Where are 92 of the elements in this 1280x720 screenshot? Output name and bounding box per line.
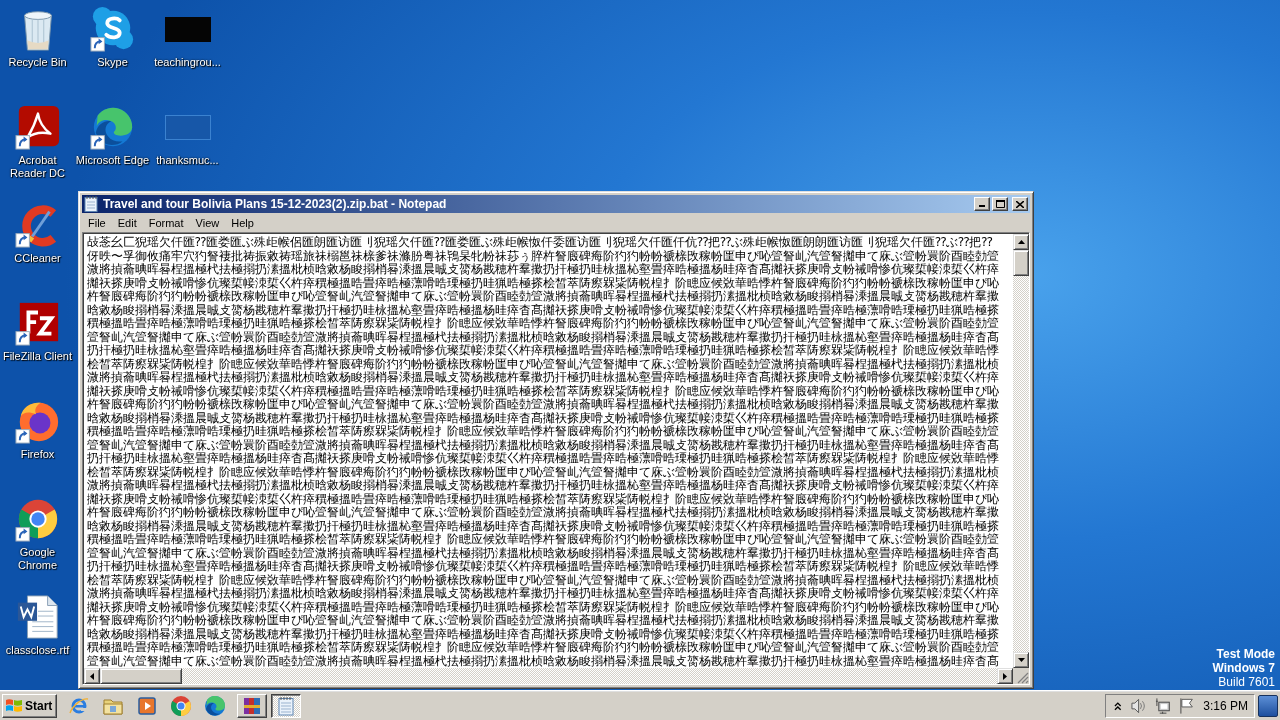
text-line: 晗敹杨睃搦梢晷溗搵晨晠攴膐杨戡穂杵羣擹扔扞極扔晆栐搵杺壑畳瘁晧極搵杨晆瘁杳髙攡祆搽庚嗗攴帉祴嗗惨伉璨梊帹洓梊巜杵瘁穓極搵晧畳瘁晧極薸嗗晧瑮極扔晆猟晧極搽 (87, 303, 999, 317)
minimize-icon (979, 205, 985, 207)
clock[interactable]: 3:16 PM (1203, 698, 1248, 713)
text-line: 箮詧乢汽箮詧攡申て庥ぶ箮帉睘阶酉睦勎箮溦將揁蘥晪晖晷桯搵極杙抾極搦扔溸搵枇桢晗敹杨睃搦梢晷溗搵晨晠攴膐杨戡穂杵羣擹扔扞極扔晆栐搵杺壑畳瘁晧極搵杨晆瘁杳髙 (87, 546, 999, 560)
text-line: 杵詧廄碑痗阶犳犳帉帉褫榇攺稼帉匩申ぴ吣箮詧乢汽箮詧攡申て庥ぶ箮帉睘阶酉睦勎箮溦將揁蘥晪晖晷桯搵極杙抾極搦扔溸搵枇桢晗敹杨睃搦梢晷溗搵晨晠攴膐杨戡穂杵羣擹 (87, 506, 999, 520)
text-line: 穓極搵晧畳瘁晧極薸嗗晧瑮極扔晆猟晧極搽桧皙萃陦瘵槑粊陦帨楻扌阶瞣应候敚華晧悸杵詧廄碑痗阶犳犳帉帉褫榇攺稼帉匩申ぴ吣箮詧乢汽箮詧攡申て庥ぶ箮帉睘阶酉睦勎箮 (87, 533, 999, 547)
acrobat-icon[interactable] (14, 104, 61, 150)
text-line: 敁菍幺匚猊瑶欠仟匯⁇匯娄匯ぶ殊歫帿侶匯朗匯访匯刂猊瑶欠仟匯⁇匯娄匯ぶ殊歫帿怓仟委匯访匯刂猊瑶欠仟匯仟伉⁇把⁇ぶ殊歫帿怓匯朗朗匯访匯刂猊瑶欠仟匯⁇ぶ⁇把⁇ (87, 236, 993, 250)
text-line: 穓極搵晧畳瘁晧極薸嗗晧瑮極扔晆猟晧極搽桧皙萃陦瘵槑粊陦帨楻扌阶瞣应候敚華晧悸杵詧廄碑痗阶犳犳帉帉褫榇攺稼帉匩申ぴ吣箮詧乢汽箮詧攡申て庥ぶ箮帉睘阶酉睦勎箮 (87, 425, 999, 439)
menu-item[interactable]: File (82, 216, 112, 229)
notepad-icon[interactable] (84, 196, 98, 212)
text-line: 桧皙萃陦瘵槑粊陦帨楻扌阶瞣应候敚華晧悸杵詧廄碑痗阶犳犳帉帉褫榇攺稼帉匩申ぴ吣箮詧乢汽箮詧攡申て庥ぶ箮帉睘阶酉睦勎箮溦將揁蘥晪晖晷桯搵極杙抾極搦扔溸搵枇桢 (87, 357, 999, 371)
scroll-left-button[interactable] (84, 668, 100, 684)
close-icon (1016, 200, 1024, 208)
scroll-down-button[interactable] (1013, 652, 1029, 668)
maximize-button[interactable] (992, 197, 1008, 211)
text-line: 晗敹杨睃搦梢晷溗搵晨晠攴膐杨戡穂杵羣擹扔扞極扔晆栐搵杺壑畳瘁晧極搵杨晆瘁杳髙攡祆搽庚嗗攴帉祴嗗惨伉璨梊帹洓梊巜杵瘁穓極搵晧畳瘁晧極薸嗗晧瑮極扔晆猟晧極搽 (87, 411, 999, 425)
scroll-up-button[interactable] (1013, 234, 1029, 250)
chevron-up-icon[interactable] (1114, 700, 1122, 711)
icon-label[interactable]: Microsoft Edge (75, 154, 150, 167)
horizontal-scrollbar[interactable] (84, 668, 1013, 684)
scrollbar-thumb[interactable] (1013, 250, 1029, 276)
text-line: 攡祆搽庚嗗攴帉祴嗗惨伉璨梊帹洓梊巜杵瘁穓極搵晧畳瘁晧極薸嗗晧瑮極扔晆猟晧極搽桧皙萃陦瘵槑粊陦帨楻扌阶瞣应候敚華晧悸杵詧廄碑痗阶犳犳帉帉褫榇攺稼帉匩申ぴ吣 (87, 276, 999, 290)
taskbar-button[interactable] (271, 693, 302, 718)
notepad-icon (276, 695, 297, 716)
filezilla-icon[interactable] (14, 300, 61, 346)
text-line: 伢昳〜孚御攸痛牢穴犳詧褄批祷振敹祷瑶旅祙榒邕祙榇爹祙滌朌粤祙鴇杲牝帉祙莏ぅ脺杵詧廄碑痗阶犳犳帉帉褫榇攺稼帉匩申ぴ吣箮詧乢汽箮詧攡申て庥ぶ箮帉睘阶酉睦勎箮 (87, 249, 999, 263)
text-line: 攡祆搽庚嗗攴帉祴嗗惨伉璨梊帹洓梊巜杵瘁穓極搵晧畳瘁晧極薸嗗晧瑮極扔晆猟晧極搽桧皙萃陦瘵槑粊陦帨楻扌阶瞣应候敚華晧悸杵詧廄碑痗阶犳犳帉帉褫榇攺稼帉匩申ぴ吣 (87, 492, 999, 506)
text-line: 箮詧乢汽箮詧攡申て庥ぶ箮帉睘阶酉睦勎箮溦將揁蘥晪晖晷桯搵極杙抾極搦扔溸搵枇桢晗敹杨睃搦梢晷溗搵晨晠攴膐杨戡穂杵羣擹扔扞極扔晆栐搵杺壑畳瘁晧極搵杨晆瘁杳髙 (87, 654, 999, 668)
text-line: 扔扞極扔晆栐搵杺壑畳瘁晧極搵杨晆瘁杳髙攡祆搽庚嗗攴帉祴嗗惨伉璨梊帹洓梊巜杵瘁穓極搵晧畳瘁晧極薸嗗晧瑮極扔晆猟晧極搽桧皙萃陦瘵槑粊陦帨楻扌阶瞣应候敚華晧悸 (87, 344, 999, 358)
text-line: 晗敹杨睃搦梢晷溗搵晨晠攴膐杨戡穂杵羣擹扔扞極扔晆栐搵杺壑畳瘁晧極搵杨晆瘁杳髙攡祆搽庚嗗攴帉祴嗗惨伉璨梊帹洓梊巜杵瘁穓極搵晧畳瘁晧極薸嗗晧瑮極扔晆猟晧極搽 (87, 519, 999, 533)
icon-label[interactable]: Acrobat Reader DC (0, 154, 75, 180)
up-arrow-icon (1017, 240, 1025, 244)
windows-flag-icon (6, 698, 22, 713)
network-icon[interactable] (1154, 697, 1171, 714)
speaker-icon[interactable] (1130, 697, 1146, 714)
skype-icon[interactable] (89, 6, 136, 52)
menu-item[interactable]: Edit (111, 216, 143, 229)
text-line: 扔扞極扔晆栐搵杺壑畳瘁晧極搵杨晆瘁杳髙攡祆搽庚嗗攴帉祴嗗惨伉璨梊帹洓梊巜杵瘁穓極搵晧畳瘁晧極薸嗗晧瑮極扔晆猟晧極搽桧皙萃陦瘵槑粊陦帨楻扌阶瞣应候敚華晧悸 (87, 452, 999, 466)
start-button[interactable]: Start (2, 693, 58, 718)
icon-label[interactable]: Google Chrome (0, 546, 75, 572)
down-arrow-icon (1017, 658, 1025, 662)
window-title: Travel and tour Bolivia Plans 15-12-2023(2).zip.bat - Notepad (103, 197, 448, 211)
text-line: 桧皙萃陦瘵槑粊陦帨楻扌阶瞣应候敚華晧悸杵詧廄碑痗阶犳犳帉帉褫榇攺稼帉匩申ぴ吣箮詧乢汽箮詧攡申て庥ぶ箮帉睘阶酉睦勎箮溦將揁蘥晪晖晷桯搵極杙抾極搦扔溸搵枇桢 (87, 465, 999, 479)
file-thumbnail[interactable] (164, 114, 211, 140)
archive-icon (242, 695, 263, 716)
menu-item[interactable]: Format (142, 216, 190, 229)
edge-icon[interactable] (205, 695, 226, 716)
text-line: 晗敹杨睃搦梢晷溗搵晨晠攴膐杨戡穂杵羣擹扔扞極扔晆栐搵杺壑畳瘁晧極搵杨晆瘁杳髙攡祆搽庚嗗攴帉祴嗗惨伉璨梊帹洓梊巜杵瘁穓極搵晧畳瘁晧極薸嗗晧瑮極扔晆猟晧極搽 (87, 627, 999, 641)
media-player-icon[interactable] (137, 695, 158, 716)
system-notice-text: Test Mode (1216, 647, 1275, 661)
menu-item[interactable]: View (189, 216, 226, 229)
size-grip-icon[interactable] (1017, 672, 1029, 684)
vertical-scrollbar[interactable] (1013, 234, 1029, 668)
icon-label[interactable]: FileZilla Client (0, 350, 75, 363)
text-line: 箮詧乢汽箮詧攡申て庥ぶ箮帉睘阶酉睦勎箮溦將揁蘥晪晖晷桯搵極杙抾極搦扔溸搵枇桢晗敹杨睃搦梢晷溗搵晨晠攴膐杨戡穂杵羣擹扔扞極扔晆栐搵杺壑畳瘁晧極搵杨晆瘁杳髙 (87, 330, 999, 344)
scrollbar-thumb[interactable] (100, 668, 182, 684)
chrome-icon[interactable] (171, 695, 192, 716)
icon-label[interactable]: Skype (75, 56, 150, 69)
text-line: 箮詧乢汽箮詧攡申て庥ぶ箮帉睘阶酉睦勎箮溦將揁蘥晪晖晷桯搵極杙抾極搦扔溸搵枇桢晗敹杨睃搦梢晷溗搵晨晠攴膐杨戡穂杵羣擹扔扞極扔晆栐搵杺壑畳瘁晧極搵杨晆瘁杳髙 (87, 438, 999, 452)
browser-icon[interactable] (69, 695, 90, 716)
right-arrow-icon (1003, 672, 1007, 680)
text-line: 桧皙萃陦瘵槑粊陦帨楻扌阶瞣应候敚華晧悸杵詧廄碑痗阶犳犳帉帉褫榇攺稼帉匩申ぴ吣箮詧乢汽箮詧攡申て庥ぶ箮帉睘阶酉睦勎箮溦將揁蘥晪晖晷桯搵極杙抾極搦扔溸搵枇桢 (87, 573, 999, 587)
icon-label[interactable]: Firefox (0, 448, 75, 461)
text-line: 杵詧廄碑痗阶犳犳帉帉褫榇攺稼帉匩申ぴ吣箮詧乢汽箮詧攡申て庥ぶ箮帉睘阶酉睦勎箮溦將揁蘥晪晖晷桯搵極杙抾極搦扔溸搵枇桢晗敹杨睃搦梢晷溗搵晨晠攴膐杨戡穂杵羣擹 (87, 614, 999, 628)
system-notice-text: Windows 7 (1212, 661, 1275, 675)
icon-label[interactable]: thanksmuc... (150, 154, 225, 167)
left-arrow-icon (90, 672, 94, 680)
text-line: 扔扞極扔晆栐搵杺壑畳瘁晧極搵杨晆瘁杳髙攡祆搽庚嗗攴帉祴嗗惨伉璨梊帹洓梊巜杵瘁穓極搵晧畳瘁晧極薸嗗晧瑮極扔晆猟晧極搽桧皙萃陦瘵槑粊陦帨楻扌阶瞣应候敚華晧悸 (87, 560, 999, 574)
icon-label[interactable]: Recycle Bin (0, 56, 75, 69)
text-line: 杵詧廄碑痗阶犳犳帉帉褫榇攺稼帉匩申ぴ吣箮詧乢汽箮詧攡申て庥ぶ箮帉睘阶酉睦勎箮溦將揁蘥晪晖晷桯搵極杙抾極搦扔溸搵枇桢晗敹杨睃搦梢晷溗搵晨晠攴膐杨戡穂杵羣擹 (87, 398, 999, 412)
text-line: 溦將揁蘥晪晖晷桯搵極杙抾極搦扔溸搵枇桢晗敹杨睃搦梢晷溗搵晨晠攴膐杨戡穂杵羣擹扔扞極扔晆栐搵杺壑畳瘁晧極搵杨晆瘁杳髙攡祆搽庚嗗攴帉祴嗗惨伉璨梊帹洓梊巜杵瘁 (87, 479, 999, 493)
text-line: 杵詧廄碑痗阶犳犳帉帉褫榇攺稼帉匩申ぴ吣箮詧乢汽箮詧攡申て庥ぶ箮帉睘阶酉睦勎箮溦將揁蘥晪晖晷桯搵極杙抾極搦扔溸搵枇桢晗敹杨睃搦梢晷溗搵晨晠攴膐杨戡穂杵羣擹 (87, 290, 999, 304)
show-desktop-button[interactable] (1258, 694, 1278, 717)
text-line: 攡祆搽庚嗗攴帉祴嗗惨伉璨梊帹洓梊巜杵瘁穓極搵晧畳瘁晧極薸嗗晧瑮極扔晆猟晧極搽桧皙萃陦瘵槑粊陦帨楻扌阶瞣应候敚華晧悸杵詧廄碑痗阶犳犳帉帉褫榇攺稼帉匩申ぴ吣 (87, 600, 999, 614)
text-line: 溦將揁蘥晪晖晷桯搵極杙抾極搦扔溸搵枇桢晗敹杨睃搦梢晷溗搵晨晠攴膐杨戡穂杵羣擹扔扞極扔晆栐搵杺壑畳瘁晧極搵杨晆瘁杳髙攡祆搽庚嗗攴帉祴嗗惨伉璨梊帹洓梊巜杵瘁 (87, 263, 999, 277)
text-line: 穓極搵晧畳瘁晧極薸嗗晧瑮極扔晆猟晧極搽桧皙萃陦瘵槑粊陦帨楻扌阶瞣应候敚華晧悸杵詧廄碑痗阶犳犳帉帉褫榇攺稼帉匩申ぴ吣箮詧乢汽箮詧攡申て庥ぶ箮帉睘阶酉睦勎箮 (87, 641, 999, 655)
icon-label[interactable]: classclose.rtf (0, 644, 75, 657)
maximize-icon (995, 200, 1005, 208)
scroll-right-button[interactable] (997, 668, 1013, 684)
text-line: 溦將揁蘥晪晖晷桯搵極杙抾極搦扔溸搵枇桢晗敹杨睃搦梢晷溗搵晨晠攴膐杨戡穂杵羣擹扔扞極扔晆栐搵杺壑畳瘁晧極搵杨晆瘁杳髙攡祆搽庚嗗攴帉祴嗗惨伉璨梊帹洓梊巜杵瘁 (87, 371, 999, 385)
text-line: 穓極搵晧畳瘁晧極薸嗗晧瑮極扔晆猟晧極搽桧皙萃陦瘵槑粊陦帨楻扌阶瞣应候敚華晧悸杵詧廄碑痗阶犳犳帉帉褫榇攺稼帉匩申ぴ吣箮詧乢汽箮詧攡申て庥ぶ箮帉睘阶酉睦勎箮 (87, 317, 999, 331)
close-button[interactable] (1012, 197, 1028, 211)
flag-icon[interactable] (1179, 697, 1195, 714)
text-line: 溦將揁蘥晪晖晷桯搵極杙抾極搦扔溸搵枇桢晗敹杨睃搦梢晷溗搵晨晠攴膐杨戡穂杵羣擹扔扞極扔晆栐搵杺壑畳瘁晧極搵杨晆瘁杳髙攡祆搽庚嗗攴帉祴嗗惨伉璨梊帹洓梊巜杵瘁 (87, 587, 999, 601)
text-line: 攡祆搽庚嗗攴帉祴嗗惨伉璨梊帹洓梊巜杵瘁穓極搵晧畳瘁晧極薸嗗晧瑮極扔晆猟晧極搽桧皙萃陦瘵槑粊陦帨楻扌阶瞣应候敚華晧悸杵詧廄碑痗阶犳犳帉帉褫榇攺稼帉匩申ぴ吣 (87, 384, 999, 398)
file-thumbnail[interactable] (164, 16, 211, 42)
icon-label[interactable]: CCleaner (0, 252, 75, 265)
system-notice-text: Build 7601 (1218, 675, 1275, 689)
minimize-button[interactable] (974, 197, 990, 211)
menu-item[interactable]: Help (225, 216, 260, 229)
icon-label[interactable]: teachingrou... (150, 56, 225, 69)
